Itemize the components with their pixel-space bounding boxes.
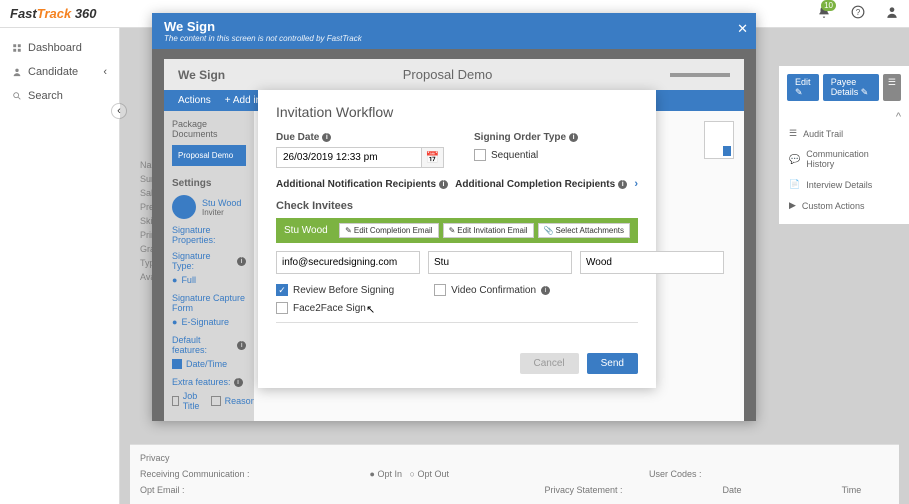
invitee-firstname-input[interactable]	[428, 251, 572, 274]
chevron-left-icon: ‹	[103, 66, 107, 78]
info-icon[interactable]: i	[618, 180, 627, 189]
avatar	[172, 195, 196, 219]
privacy-section: Privacy Receiving Communication : ● Opt …	[130, 444, 899, 504]
edit-completion-email-button[interactable]: ✎ Edit Completion Email	[339, 223, 438, 238]
video-confirmation-checkbox[interactable]	[434, 284, 446, 296]
invitee-lastname-input[interactable]	[580, 251, 724, 274]
invitee-email-input[interactable]	[276, 251, 420, 274]
logo: FastTrack 360	[10, 6, 97, 21]
close-icon[interactable]: ✕	[737, 21, 748, 37]
notifications-icon[interactable]: 10	[817, 5, 831, 22]
calendar-icon[interactable]: 📅	[421, 148, 443, 167]
notification-recipients-label: Additional Notification Recipients i	[276, 178, 448, 190]
info-icon[interactable]: i	[541, 286, 550, 295]
chevron-right-icon[interactable]: ›	[634, 178, 638, 190]
completion-recipients-label: Additional Completion Recipients i	[455, 178, 627, 190]
user-icon[interactable]	[885, 5, 899, 22]
edit-button[interactable]: Edit ✎	[787, 74, 819, 101]
invitee-name: Stu Wood	[284, 225, 328, 236]
wesign-doc-title: Proposal Demo	[403, 67, 493, 82]
right-panel: Edit ✎ Payee Details ✎ ☰ ^ ☰ Audit Trail…	[779, 66, 909, 224]
modal-header: We Sign The content in this screen is no…	[152, 13, 756, 49]
modal-title: We Sign	[164, 19, 744, 34]
accordion-toggle[interactable]: ^	[787, 111, 901, 123]
sidebar-item-candidate[interactable]: Candidate ‹	[0, 60, 119, 84]
sidebar-item-label: Dashboard	[28, 42, 82, 54]
zoom-slider[interactable]	[670, 73, 730, 77]
sidebar-item-search[interactable]: Search	[0, 84, 119, 108]
select-attachments-button[interactable]: 📎 Select Attachments	[538, 223, 630, 238]
edit-invitation-email-button[interactable]: ✎ Edit Invitation Email	[443, 223, 534, 238]
info-icon[interactable]: i	[322, 133, 331, 142]
info-icon[interactable]: i	[569, 133, 578, 142]
check-invitees-header: Check Invitees	[276, 200, 638, 212]
send-button[interactable]: Send	[587, 353, 638, 374]
invitation-workflow-modal: Invitation Workflow Due Date i 📅 Signing…	[258, 90, 656, 388]
comment-icon: 💬	[789, 154, 800, 165]
invitee-bar: Stu Wood ✎ Edit Completion Email ✎ Edit …	[276, 218, 638, 243]
svg-text:?: ?	[856, 8, 861, 17]
sidebar-item-label: Search	[28, 90, 63, 102]
document-icon: 📄	[789, 179, 800, 190]
due-date-label: Due Date i	[276, 132, 444, 143]
sidebar: Dashboard Candidate ‹ Search ‹	[0, 28, 120, 504]
due-date-input[interactable]	[277, 148, 421, 167]
menu-button[interactable]: ☰	[883, 74, 901, 101]
payee-details-button[interactable]: Payee Details ✎	[823, 74, 879, 101]
sequential-checkbox[interactable]	[474, 149, 486, 161]
invitation-title: Invitation Workflow	[276, 104, 638, 120]
sidebar-item-dashboard[interactable]: Dashboard	[0, 36, 119, 60]
sidebar-item-label: Candidate	[28, 66, 78, 78]
cancel-button[interactable]: Cancel	[520, 353, 579, 374]
info-icon[interactable]: i	[439, 180, 448, 189]
notifications-badge: 10	[821, 0, 836, 11]
menu-item-custom-actions[interactable]: ▶ Custom Actions	[787, 195, 901, 216]
menu-item-interview-details[interactable]: 📄 Interview Details	[787, 174, 901, 195]
menu-item-comm-history[interactable]: 💬 Communication History	[787, 144, 901, 174]
help-icon[interactable]: ?	[851, 5, 865, 22]
play-icon: ▶	[789, 200, 796, 211]
menu-item-audit-trail[interactable]: ☰ Audit Trail	[787, 123, 901, 144]
package-item[interactable]: Proposal Demo	[172, 145, 246, 166]
wesign-title: We Sign	[178, 68, 225, 82]
page-thumbnail[interactable]	[704, 121, 734, 159]
modal-subtext: The content in this screen is not contro…	[164, 34, 744, 43]
list-icon: ☰	[789, 128, 797, 139]
face2face-checkbox[interactable]	[276, 302, 288, 314]
review-before-signing-checkbox[interactable]: ✓	[276, 284, 288, 296]
actions-menu[interactable]: Actions	[178, 95, 211, 106]
signing-order-label: Signing Order Type i	[474, 132, 638, 143]
wesign-left-panel: Package Documents Proposal Demo Settings…	[164, 111, 254, 421]
